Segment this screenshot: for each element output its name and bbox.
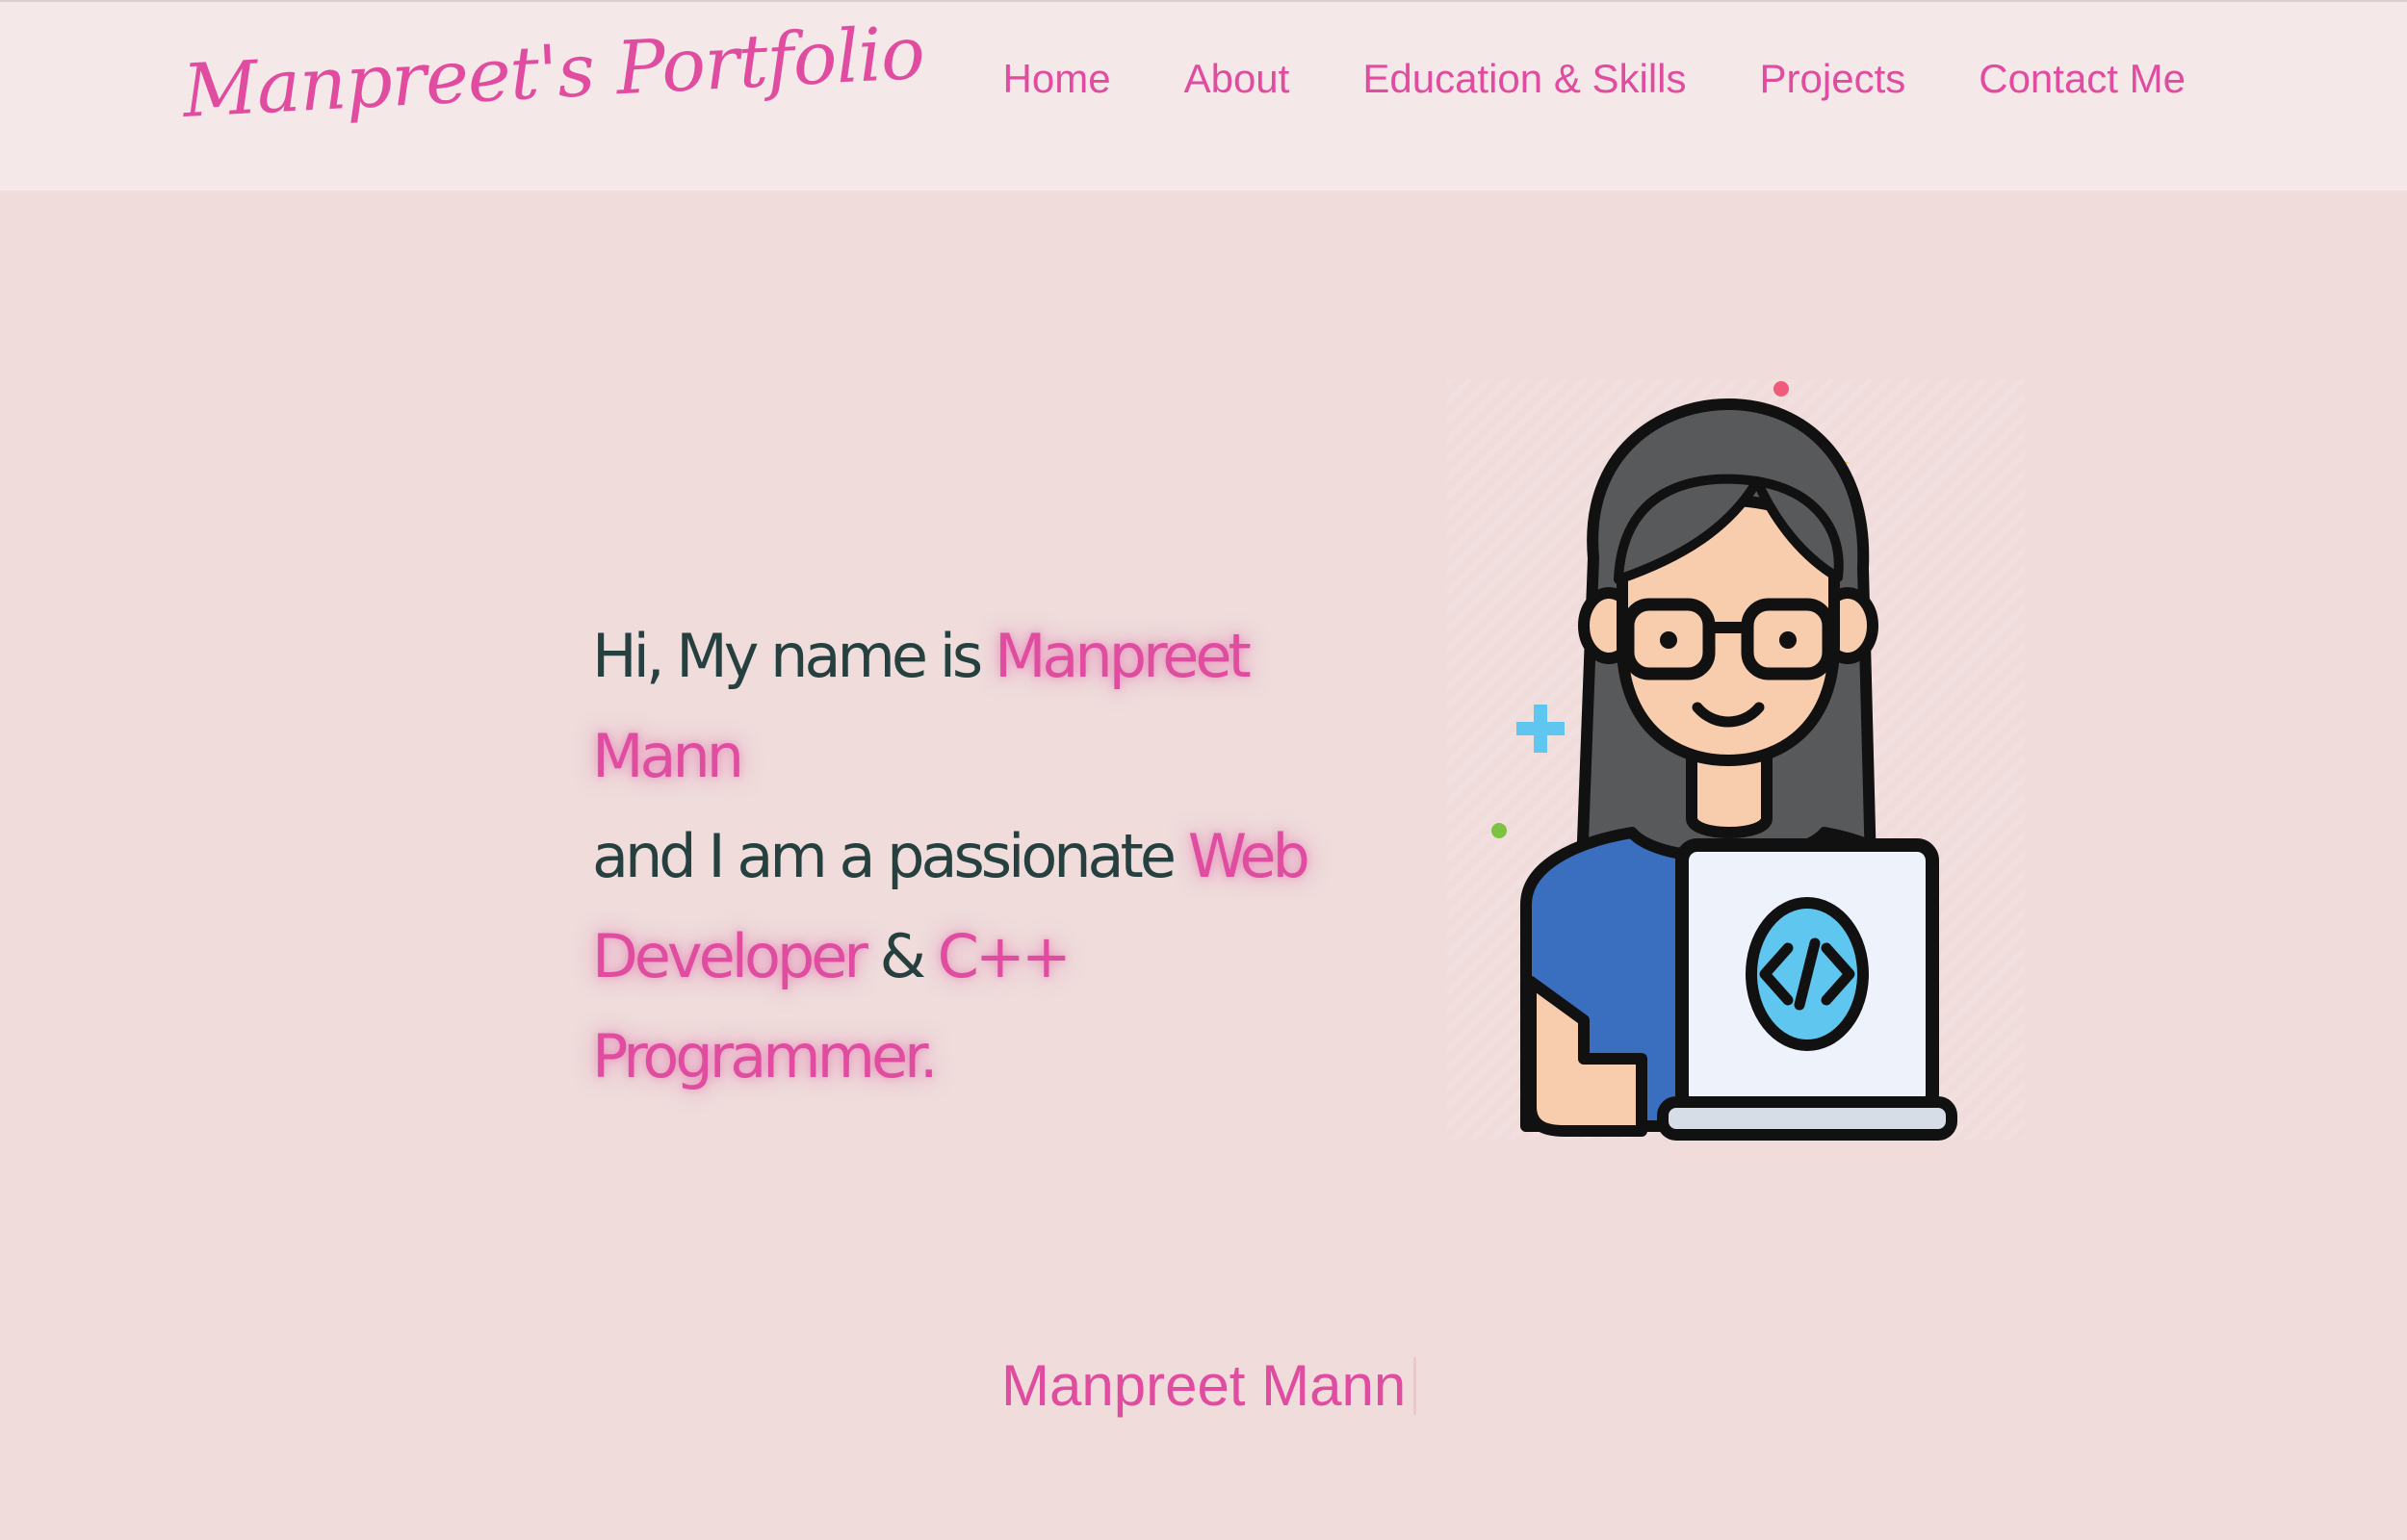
laptop-base bbox=[1657, 1096, 1957, 1141]
nav-link-contact-me[interactable]: Contact Me bbox=[1979, 56, 2186, 102]
sparkle-dot-green bbox=[1491, 823, 1507, 838]
typing-name-text: Manpreet Mann bbox=[1001, 1353, 1407, 1418]
typing-cursor bbox=[1413, 1357, 1417, 1415]
nav-link-education-skills[interactable]: Education & Skills bbox=[1362, 56, 1686, 102]
developer-illustration bbox=[1439, 366, 2027, 1145]
page: Manpreet's Portfolio Home About Educatio… bbox=[0, 0, 2407, 1540]
nav-link-projects[interactable]: Projects bbox=[1760, 56, 1906, 102]
nav-link-home[interactable]: Home bbox=[1003, 56, 1111, 102]
nav-links: Home About Education & Skills Projects C… bbox=[1003, 56, 2186, 102]
developer-illustration-svg bbox=[1491, 381, 1957, 1141]
sparkle-plus-blue bbox=[1516, 705, 1565, 753]
hero-intro: Hi, My name is Manpreet Mann and I am a … bbox=[592, 606, 1324, 1107]
hero-connector: & bbox=[864, 921, 938, 991]
hero-line2: and I am a passionate bbox=[592, 821, 1188, 891]
eye-left bbox=[1660, 631, 1677, 649]
site-logo[interactable]: Manpreet's Portfolio bbox=[181, 10, 926, 134]
typing-name: Manpreet Mann bbox=[1001, 1352, 1417, 1419]
hero-greeting: Hi, My name is bbox=[592, 621, 995, 691]
nav-link-about[interactable]: About bbox=[1184, 56, 1290, 102]
eye-right bbox=[1779, 631, 1797, 649]
navbar: Manpreet's Portfolio Home About Educatio… bbox=[0, 0, 2407, 191]
sparkle-dot-red bbox=[1773, 381, 1789, 397]
